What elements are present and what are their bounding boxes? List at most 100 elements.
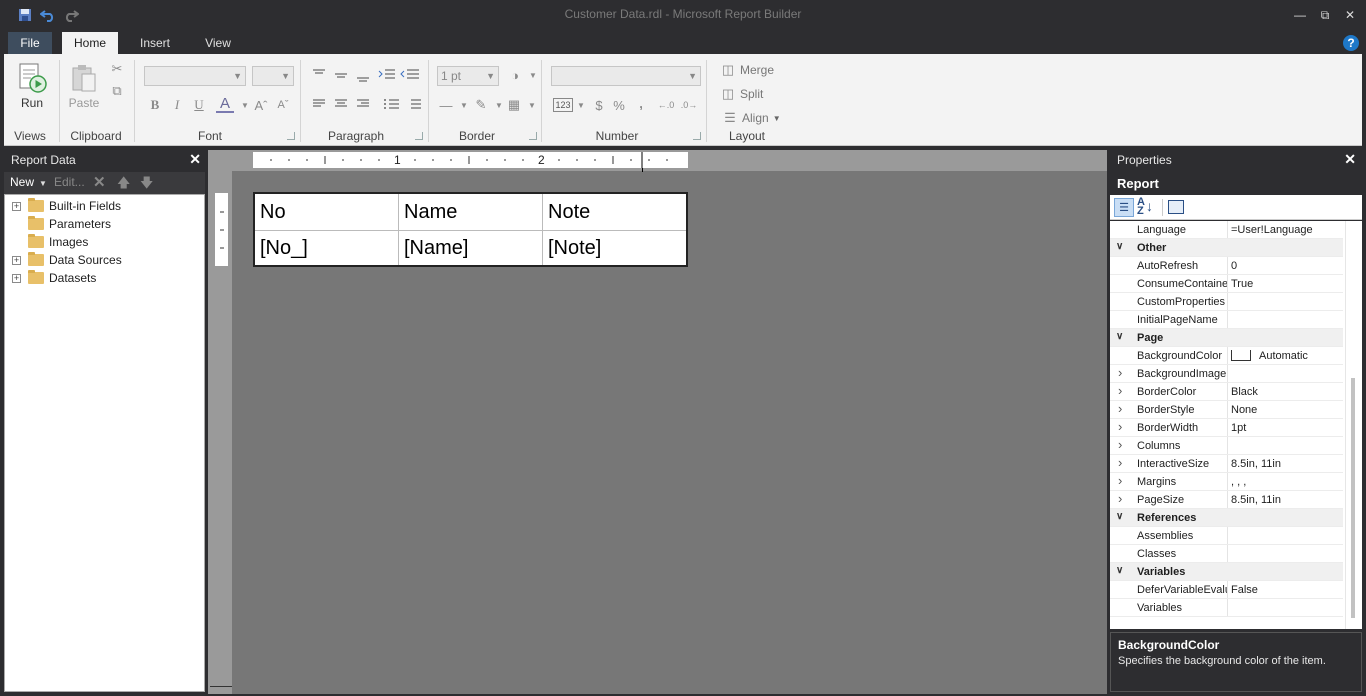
property-row[interactable]: InitialPageName: [1110, 311, 1343, 329]
move-up-icon[interactable]: 🡅: [117, 174, 130, 196]
placeholder-dropdown-icon[interactable]: ▼: [572, 96, 590, 114]
currency-button[interactable]: $: [590, 96, 608, 114]
property-row[interactable]: › InteractiveSize 8.5in, 11in: [1110, 455, 1343, 473]
tree-item-images[interactable]: Images: [5, 233, 204, 251]
collapse-chevron-icon[interactable]: ∨: [1116, 331, 1123, 342]
property-row[interactable]: Language =User!Language: [1110, 221, 1343, 239]
property-value[interactable]: , , ,: [1231, 476, 1343, 488]
tab-view[interactable]: View: [196, 32, 240, 54]
property-row[interactable]: › Margins , , ,: [1110, 473, 1343, 491]
property-category[interactable]: ∨ Variables: [1110, 563, 1343, 581]
expand-chevron-icon[interactable]: ›: [1118, 437, 1122, 452]
close-button[interactable]: ✕: [1337, 4, 1363, 26]
report-data-close-icon[interactable]: ✕: [189, 151, 201, 168]
align-button[interactable]: ☰ Align ▼: [722, 109, 780, 127]
property-category[interactable]: ∨ Page: [1110, 329, 1343, 347]
restore-button[interactable]: ⧉: [1312, 4, 1338, 26]
property-row[interactable]: › Columns: [1110, 437, 1343, 455]
report-table[interactable]: No Name Note [No_] [Name] [Note]: [253, 192, 688, 267]
table-data-cell[interactable]: [No_]: [255, 231, 399, 265]
collapse-chevron-icon[interactable]: ∨: [1116, 241, 1123, 252]
number-format-combo[interactable]: ▼: [551, 66, 701, 86]
fill-dropdown-icon[interactable]: ▼: [524, 66, 542, 84]
collapse-chevron-icon[interactable]: ∨: [1116, 511, 1123, 522]
alphabetical-view-icon[interactable]: AZ: [1137, 197, 1145, 217]
expand-chevron-icon[interactable]: ›: [1118, 365, 1122, 380]
number-dialog-launcher-icon[interactable]: [693, 132, 701, 140]
comma-style-button[interactable]: ,: [632, 94, 650, 112]
borders-icon[interactable]: ▦: [505, 96, 523, 114]
expand-chevron-icon[interactable]: ›: [1118, 401, 1122, 416]
bold-button[interactable]: B: [146, 96, 164, 114]
expand-chevron-icon[interactable]: ›: [1118, 419, 1122, 434]
property-row[interactable]: › BackgroundImage: [1110, 365, 1343, 383]
property-row[interactable]: › PageSize 8.5in, 11in: [1110, 491, 1343, 509]
property-value[interactable]: 8.5in, 11in: [1231, 494, 1343, 506]
tab-insert[interactable]: Insert: [130, 32, 180, 54]
property-value[interactable]: =User!Language: [1231, 224, 1343, 236]
underline-button[interactable]: U: [190, 96, 208, 114]
expand-chevron-icon[interactable]: ›: [1118, 383, 1122, 398]
placeholder-styles-button[interactable]: 123: [553, 98, 573, 112]
delete-icon[interactable]: ✕: [93, 173, 106, 191]
line-color-icon[interactable]: ✎: [472, 96, 490, 114]
table-data-cell[interactable]: [Name]: [399, 231, 543, 265]
font-color-button[interactable]: A: [216, 95, 234, 113]
cut-icon[interactable]: ✂: [108, 60, 126, 78]
tree-item-parameters[interactable]: Parameters: [5, 215, 204, 233]
paste-button[interactable]: Paste: [66, 62, 102, 110]
property-row[interactable]: Classes: [1110, 545, 1343, 563]
merge-button[interactable]: ◫ Merge: [720, 61, 774, 79]
line-style-dropdown-icon[interactable]: ▼: [455, 96, 473, 114]
expand-icon[interactable]: +: [12, 201, 21, 211]
run-button[interactable]: Run: [14, 62, 50, 110]
property-row[interactable]: › BorderStyle None: [1110, 401, 1343, 419]
new-dropdown-icon[interactable]: ▼: [39, 179, 47, 188]
property-value[interactable]: 0: [1231, 260, 1343, 272]
line-style-icon[interactable]: —: [437, 96, 455, 114]
expand-chevron-icon[interactable]: ›: [1118, 491, 1122, 506]
tree-item-built-in-fields[interactable]: + Built-in Fields: [5, 197, 204, 215]
categorized-view-icon[interactable]: ☰: [1114, 198, 1134, 217]
expand-icon[interactable]: +: [12, 273, 21, 283]
property-row[interactable]: ConsumeContainerWhitespace True: [1110, 275, 1343, 293]
property-category[interactable]: ∨ References: [1110, 509, 1343, 527]
color-swatch[interactable]: [1231, 350, 1251, 361]
properties-close-icon[interactable]: ✕: [1344, 151, 1356, 168]
decrease-decimal-icon[interactable]: .0→: [680, 96, 698, 114]
property-value[interactable]: False: [1231, 584, 1343, 596]
table-data-cell[interactable]: [Note]: [543, 231, 686, 265]
tree-item-datasets[interactable]: + Datasets: [5, 269, 204, 287]
border-dialog-launcher-icon[interactable]: [529, 132, 537, 140]
scrollbar-thumb[interactable]: [1351, 378, 1355, 618]
property-value[interactable]: 1pt: [1231, 422, 1343, 434]
property-row[interactable]: Assemblies: [1110, 527, 1343, 545]
increase-decimal-icon[interactable]: ←.0: [657, 96, 675, 114]
font-size-combo[interactable]: ▼: [252, 66, 294, 86]
table-header-cell[interactable]: Note: [543, 194, 686, 231]
new-button[interactable]: New: [10, 175, 34, 189]
border-width-combo[interactable]: 1 pt ▼: [437, 66, 499, 86]
property-row[interactable]: DeferVariableEvaluation False: [1110, 581, 1343, 599]
shrink-font-icon[interactable]: Aˇ: [274, 96, 292, 114]
font-family-combo[interactable]: ▼: [144, 66, 246, 86]
property-category[interactable]: ∨ Other: [1110, 239, 1343, 257]
italic-button[interactable]: I: [168, 96, 186, 114]
expand-chevron-icon[interactable]: ›: [1118, 455, 1122, 470]
tab-home[interactable]: Home: [62, 32, 118, 54]
property-row[interactable]: Variables: [1110, 599, 1343, 617]
expand-icon[interactable]: +: [12, 255, 21, 265]
property-row[interactable]: › BorderColor Black: [1110, 383, 1343, 401]
help-icon[interactable]: ?: [1343, 35, 1359, 51]
table-header-cell[interactable]: No: [255, 194, 399, 231]
table-header-cell[interactable]: Name: [399, 194, 543, 231]
collapse-chevron-icon[interactable]: ∨: [1116, 565, 1123, 576]
property-value[interactable]: Black: [1231, 386, 1343, 398]
background-fill-icon[interactable]: ◑: [506, 66, 524, 84]
percent-button[interactable]: %: [610, 96, 628, 114]
property-value[interactable]: None: [1231, 404, 1343, 416]
font-dialog-launcher-icon[interactable]: [287, 132, 295, 140]
split-button[interactable]: ◫ Split: [720, 85, 764, 103]
property-row[interactable]: CustomProperties: [1110, 293, 1343, 311]
minimize-button[interactable]: —: [1287, 4, 1313, 26]
